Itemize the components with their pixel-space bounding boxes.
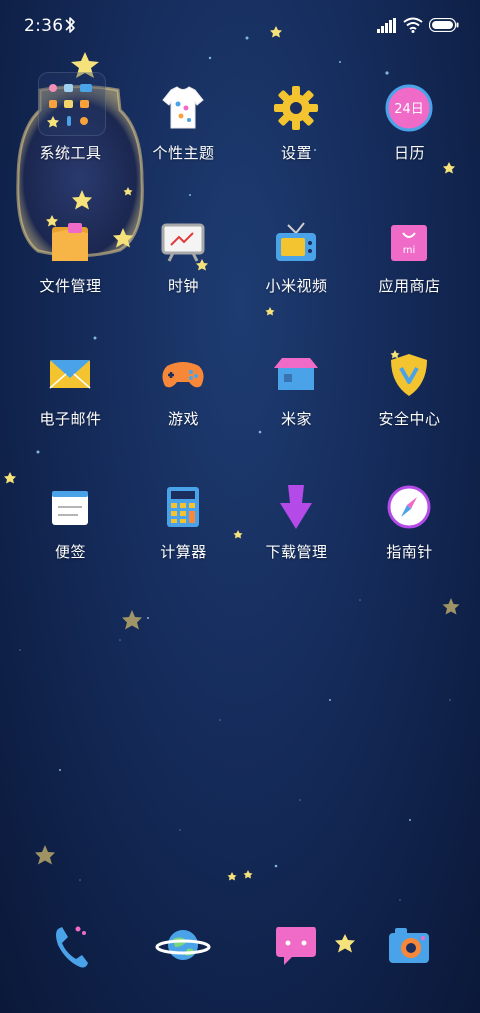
- app-label: 安全中心: [378, 410, 441, 428]
- app-security-center[interactable]: 安全中心: [353, 336, 466, 456]
- calculator-icon: [167, 487, 199, 527]
- app-games[interactable]: 游戏: [127, 336, 240, 456]
- app-mi-home[interactable]: 米家: [240, 336, 353, 456]
- app-settings[interactable]: 设置: [240, 70, 353, 190]
- phone-icon[interactable]: [40, 915, 100, 975]
- app-label: 系统工具: [39, 144, 102, 162]
- status-bar: 2:36: [0, 0, 480, 52]
- app-label: 时钟: [167, 277, 199, 295]
- gear-icon: [274, 86, 318, 130]
- app-compass[interactable]: 指南针: [353, 469, 466, 589]
- tv-icon: [276, 222, 316, 261]
- app-email[interactable]: 电子邮件: [14, 336, 127, 456]
- app-label: 小米视频: [265, 277, 328, 295]
- app-calendar[interactable]: 24日 日历: [353, 70, 466, 190]
- note-icon: [52, 491, 88, 525]
- status-time: 2:36: [24, 16, 64, 36]
- app-system-tools-folder[interactable]: 系统工具: [14, 70, 127, 190]
- folder-icon: [38, 72, 106, 136]
- app-file-manager[interactable]: 文件管理: [14, 203, 127, 323]
- app-label: 电子邮件: [39, 410, 102, 428]
- app-notes[interactable]: 便签: [14, 469, 127, 589]
- app-themes[interactable]: 个性主题: [127, 70, 240, 190]
- house-icon: [274, 358, 318, 390]
- app-label: 便签: [54, 543, 86, 561]
- battery-icon: [429, 18, 459, 32]
- calendar-date-badge: 24日: [394, 102, 424, 117]
- compass-icon: [387, 485, 431, 529]
- app-calculator[interactable]: 计算器: [127, 469, 240, 589]
- shopping-bag-icon: mi: [391, 225, 427, 261]
- shield-icon: [390, 350, 427, 396]
- planet-browser-icon[interactable]: [153, 915, 213, 975]
- app-label: 指南针: [386, 543, 433, 561]
- tshirt-icon: [162, 86, 204, 129]
- wifi-icon: [403, 17, 423, 33]
- camera-icon[interactable]: [379, 915, 439, 975]
- download-arrow-icon: [280, 485, 312, 529]
- message-bubble-icon[interactable]: [266, 915, 326, 975]
- app-label: 下载管理: [265, 543, 328, 561]
- app-label: 应用商店: [378, 277, 441, 295]
- clock-board-icon: [161, 223, 205, 262]
- app-label: 游戏: [167, 410, 199, 428]
- app-app-store[interactable]: mi 应用商店: [353, 203, 466, 323]
- app-label: 计算器: [160, 543, 207, 561]
- bluetooth-icon: [65, 17, 75, 33]
- app-download-manager[interactable]: 下载管理: [240, 469, 353, 589]
- app-mi-video[interactable]: 小米视频: [240, 203, 353, 323]
- cell-signal-icon: [377, 18, 396, 33]
- app-label: 设置: [280, 144, 312, 162]
- calendar-icon: 24日: [385, 84, 433, 132]
- app-label: 米家: [280, 410, 312, 428]
- mi-badge: mi: [403, 245, 416, 256]
- gamepad-icon: [162, 362, 204, 388]
- app-label: 日历: [393, 144, 425, 162]
- envelope-icon: [49, 360, 91, 389]
- file-folder-icon: [52, 223, 88, 261]
- app-label: 文件管理: [39, 277, 102, 295]
- dock: [0, 915, 480, 985]
- app-label: 个性主题: [152, 144, 215, 162]
- app-clock[interactable]: 时钟: [127, 203, 240, 323]
